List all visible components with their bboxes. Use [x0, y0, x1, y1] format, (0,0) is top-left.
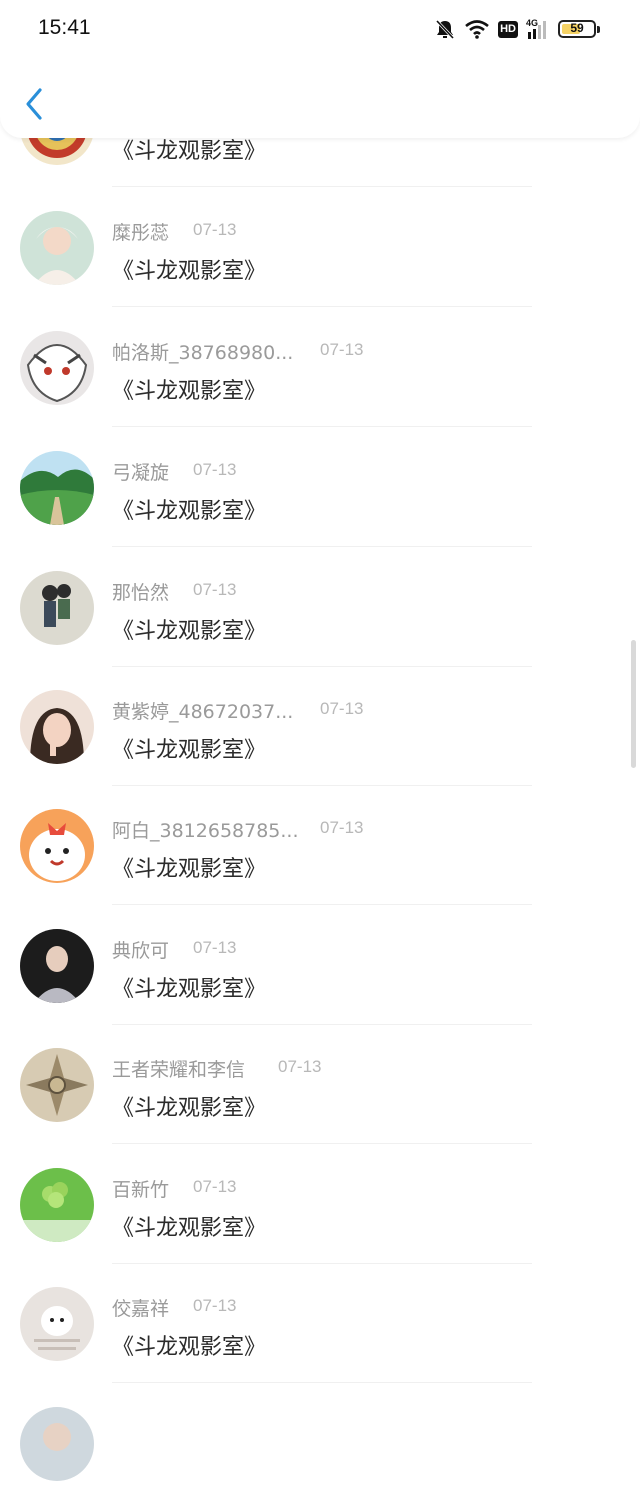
battery-nub — [597, 26, 600, 33]
scrollbar[interactable] — [631, 640, 636, 768]
bell-muted-icon — [436, 19, 455, 40]
item-message: 《斗龙观影室》 — [112, 499, 267, 524]
status-icons: HD 4G 59 — [434, 17, 600, 41]
avatar[interactable] — [20, 809, 94, 883]
battery-level: 59 — [570, 21, 584, 35]
list-item[interactable]: 典欣可 07-13 《斗龙观影室》 — [0, 905, 640, 1025]
item-message: 《斗龙观影室》 — [112, 259, 267, 284]
item-date: 07-13 — [193, 580, 237, 599]
avatar[interactable] — [20, 929, 94, 1003]
item-author[interactable]: 弓凝旋 — [112, 458, 169, 485]
item-author[interactable]: 那怡然 — [112, 578, 169, 605]
item-date: 07-13 — [320, 340, 364, 359]
avatar[interactable] — [20, 1048, 94, 1122]
avatar[interactable] — [20, 1168, 94, 1242]
network-label: 4G — [526, 18, 538, 28]
item-date: 07-13 — [193, 460, 237, 479]
item-author[interactable]: 帕洛斯_38768980... — [112, 338, 293, 365]
list-item[interactable]: 阿白_3812658785... 07-13 《斗龙观影室》 — [0, 785, 640, 905]
item-date: 07-13 — [193, 938, 237, 957]
back-button[interactable] — [18, 84, 52, 124]
item-message: 《斗龙观影室》 — [112, 619, 267, 644]
item-message: 《斗龙观影室》 — [112, 977, 267, 1002]
item-date: 07-13 — [193, 1177, 237, 1196]
item-author[interactable]: 糜彤蕊 — [112, 218, 169, 245]
item-author[interactable]: 黄紫婷_48672037... — [112, 697, 293, 724]
wifi-icon — [465, 20, 489, 39]
item-author[interactable]: 佼嘉祥 — [112, 1294, 169, 1321]
avatar[interactable] — [20, 211, 94, 285]
item-message: 《斗龙观影室》 — [112, 738, 267, 763]
item-date: 07-13 — [278, 1057, 322, 1076]
list-item[interactable]: 那怡然 07-13 《斗龙观影室》 — [0, 547, 640, 667]
item-date: 07-13 — [193, 220, 237, 239]
avatar[interactable] — [20, 451, 94, 525]
status-bar: 15:41 HD 4G 59 — [0, 0, 640, 58]
item-author[interactable]: 阿白_3812658785... — [112, 816, 299, 843]
chevron-left-icon — [26, 88, 42, 120]
item-message: 《斗龙观影室》 — [112, 1096, 267, 1121]
signal-icon: 4G — [526, 18, 546, 39]
hd-badge: HD — [498, 20, 518, 38]
item-author[interactable]: 百新竹 — [112, 1175, 169, 1202]
item-date: 07-13 — [320, 699, 364, 718]
avatar[interactable] — [20, 571, 94, 645]
status-time: 15:41 — [38, 16, 91, 39]
item-message: 《斗龙观影室》 — [112, 379, 267, 404]
item-date: 07-13 — [193, 1296, 237, 1315]
list-item[interactable] — [0, 1383, 640, 1503]
item-message: 《斗龙观影室》 — [112, 1216, 267, 1241]
avatar[interactable] — [20, 1287, 94, 1361]
item-date: 07-13 — [320, 818, 364, 837]
list-item[interactable]: 佼嘉祥 07-13 《斗龙观影室》 — [0, 1263, 640, 1383]
item-author[interactable]: 王者荣耀和李信 — [112, 1055, 245, 1082]
list-item[interactable]: 黄紫婷_48672037... 07-13 《斗龙观影室》 — [0, 666, 640, 786]
item-message: 《斗龙观影室》 — [112, 857, 267, 882]
avatar[interactable] — [20, 331, 94, 405]
avatar[interactable] — [20, 1407, 94, 1481]
list-item[interactable]: 王者荣耀和李信 07-13 《斗龙观影室》 — [0, 1024, 640, 1144]
item-message: 《斗龙观影室》 — [112, 1335, 267, 1360]
list-item[interactable]: 糜彤蕊 07-13 《斗龙观影室》 — [0, 187, 640, 307]
list-item[interactable]: 百新竹 07-13 《斗龙观影室》 — [0, 1144, 640, 1264]
list-item[interactable]: 帕洛斯_38768980... 07-13 《斗龙观影室》 — [0, 307, 640, 427]
list-item[interactable]: 弓凝旋 07-13 《斗龙观影室》 — [0, 427, 640, 547]
item-author[interactable]: 典欣可 — [112, 936, 169, 963]
avatar[interactable] — [20, 690, 94, 764]
battery-icon: 59 — [558, 20, 600, 38]
